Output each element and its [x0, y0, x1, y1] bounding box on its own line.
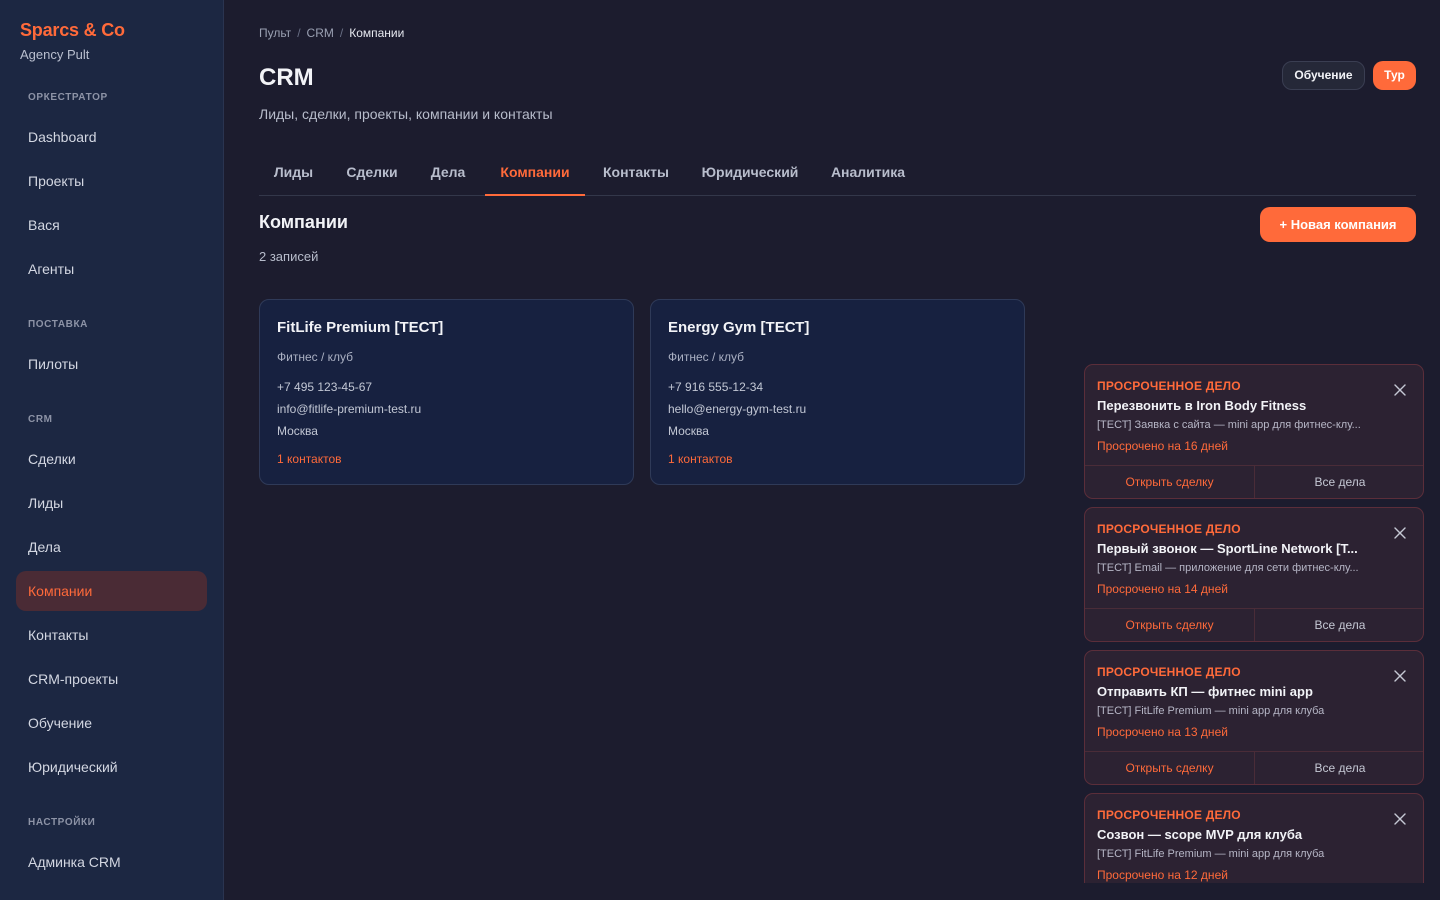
tab-legal[interactable]: Юридический	[687, 150, 813, 196]
breadcrumb-separator: /	[339, 26, 344, 40]
learn-button[interactable]: Обучение	[1282, 61, 1365, 90]
breadcrumb: Пульт / CRM / Компании	[259, 26, 404, 40]
overdue-task-notification: ПРОСРОЧЕННОЕ ДЕЛО Перезвонить в Iron Bod…	[1084, 364, 1424, 499]
sidebar: Sparcs & Co Agency Pult ОРКЕСТРАТОР Dash…	[0, 0, 224, 900]
company-contacts-link[interactable]: 1 контактов	[277, 452, 616, 466]
all-tasks-button[interactable]: Все дела	[1255, 466, 1423, 498]
breadcrumb-item-crm[interactable]: CRM	[307, 26, 334, 40]
company-type: Фитнес / клуб	[668, 350, 745, 364]
notification-overdue: Просрочено на 14 дней	[1097, 582, 1228, 596]
companies-count: 2 записей	[259, 249, 319, 264]
notification-overdue: Просрочено на 12 дней	[1097, 868, 1228, 882]
overdue-task-notification: ПРОСРОЧЕННОЕ ДЕЛО Отправить КП — фитнес …	[1084, 650, 1424, 785]
crm-tabs: Лиды Сделки Дела Компании Контакты Юриди…	[259, 150, 1416, 196]
company-phone: +7 916 555-12-34	[668, 380, 764, 394]
notification-label: ПРОСРОЧЕННОЕ ДЕЛО	[1097, 665, 1241, 679]
sidebar-item-deals[interactable]: Сделки	[16, 439, 207, 479]
company-email: hello@energy-gym-test.ru	[668, 402, 807, 416]
sidebar-item-vasya[interactable]: Вася	[16, 205, 207, 245]
notification-title: Перезвонить в Iron Body Fitness	[1097, 398, 1307, 413]
company-type: Фитнес / клуб	[277, 350, 354, 364]
notification-actions: Открыть сделку Все дела	[1085, 465, 1423, 498]
tab-deals[interactable]: Сделки	[336, 150, 408, 196]
close-icon[interactable]	[1393, 383, 1407, 397]
tab-analytics[interactable]: Аналитика	[821, 150, 915, 196]
brand-logo-text[interactable]: Sparcs & Co	[20, 20, 125, 41]
notification-actions: Открыть сделку Все дела	[1085, 608, 1423, 641]
close-icon[interactable]	[1393, 669, 1407, 683]
sidebar-item-tasks[interactable]: Дела	[16, 527, 207, 567]
breadcrumb-item-current: Компании	[349, 26, 405, 40]
all-tasks-button[interactable]: Все дела	[1255, 752, 1423, 784]
sidebar-section-settings: НАСТРОЙКИ	[28, 817, 96, 828]
sidebar-section-crm: CRM	[28, 414, 53, 425]
notification-title: Отправить КП — фитнес mini app	[1097, 684, 1313, 699]
overdue-task-notification: ПРОСРОЧЕННОЕ ДЕЛО Первый звонок — SportL…	[1084, 507, 1424, 642]
notification-description: [ТЕСТ] Заявка с сайта — mini app для фит…	[1097, 419, 1361, 431]
company-city: Москва	[668, 424, 709, 438]
sidebar-item-companies[interactable]: Компании	[16, 571, 207, 611]
breadcrumb-item-pult[interactable]: Пульт	[259, 26, 291, 40]
new-company-button[interactable]: + Новая компания	[1260, 207, 1416, 242]
company-card[interactable]: FitLife Premium [ТЕСТ] Фитнес / клуб +7 …	[259, 299, 634, 485]
notification-title: Первый звонок — SportLine Network [Т...	[1097, 541, 1358, 556]
brand-subtitle: Agency Pult	[20, 47, 90, 62]
overdue-task-notification: ПРОСРОЧЕННОЕ ДЕЛО Созвон — scope MVP для…	[1084, 793, 1424, 883]
company-city: Москва	[277, 424, 318, 438]
sidebar-item-crm-admin[interactable]: Админка CRM	[16, 842, 207, 882]
tab-companies[interactable]: Компании	[485, 150, 585, 196]
company-name: Energy Gym [ТЕСТ]	[668, 319, 810, 336]
open-deal-button[interactable]: Открыть сделку	[1085, 752, 1255, 784]
company-phone: +7 495 123-45-67	[277, 380, 373, 394]
tab-contacts[interactable]: Контакты	[593, 150, 679, 196]
notification-overdue: Просрочено на 16 дней	[1097, 439, 1228, 453]
notification-label: ПРОСРОЧЕННОЕ ДЕЛО	[1097, 522, 1241, 536]
companies-title: Компании	[259, 212, 348, 232]
notification-label: ПРОСРОЧЕННОЕ ДЕЛО	[1097, 808, 1241, 822]
sidebar-item-contacts[interactable]: Контакты	[16, 615, 207, 655]
sidebar-item-pilots[interactable]: Пилоты	[16, 344, 207, 384]
company-email: info@fitlife-premium-test.ru	[277, 402, 422, 416]
tour-button[interactable]: Тур	[1373, 61, 1416, 90]
tab-leads[interactable]: Лиды	[259, 150, 328, 196]
sidebar-item-leads[interactable]: Лиды	[16, 483, 207, 523]
sidebar-item-agents[interactable]: Агенты	[16, 249, 207, 289]
sidebar-section-orchestrator: ОРКЕСТРАТОР	[28, 92, 108, 103]
sidebar-item-training[interactable]: Обучение	[16, 703, 207, 743]
close-icon[interactable]	[1393, 812, 1407, 826]
company-contacts-link[interactable]: 1 контактов	[668, 452, 1007, 466]
notification-description: [ТЕСТ] FitLife Premium — mini app для кл…	[1097, 848, 1325, 860]
notification-actions: Открыть сделку Все дела	[1085, 751, 1423, 784]
notification-label: ПРОСРОЧЕННОЕ ДЕЛО	[1097, 379, 1241, 393]
brand: Sparcs & Co Agency Pult	[20, 20, 125, 62]
page-title: CRM	[259, 64, 314, 91]
company-name: FitLife Premium [ТЕСТ]	[277, 319, 444, 336]
notification-overdue: Просрочено на 13 дней	[1097, 725, 1228, 739]
all-tasks-button[interactable]: Все дела	[1255, 609, 1423, 641]
tab-tasks[interactable]: Дела	[416, 150, 480, 196]
open-deal-button[interactable]: Открыть сделку	[1085, 609, 1255, 641]
sidebar-item-crm-projects[interactable]: CRM-проекты	[16, 659, 207, 699]
breadcrumb-separator: /	[297, 26, 301, 40]
close-icon[interactable]	[1393, 526, 1407, 540]
sidebar-item-legal[interactable]: Юридический	[16, 747, 207, 787]
notification-title: Созвон — scope MVP для клуба	[1097, 827, 1303, 842]
notification-description: [ТЕСТ] Email — приложение для сети фитне…	[1097, 562, 1359, 574]
notification-description: [ТЕСТ] FitLife Premium — mini app для кл…	[1097, 705, 1325, 717]
sidebar-item-projects[interactable]: Проекты	[16, 161, 207, 201]
open-deal-button[interactable]: Открыть сделку	[1085, 466, 1255, 498]
page-subtitle: Лиды, сделки, проекты, компании и контак…	[259, 106, 553, 122]
company-card[interactable]: Energy Gym [ТЕСТ] Фитнес / клуб +7 916 5…	[650, 299, 1025, 485]
sidebar-item-dashboard[interactable]: Dashboard	[16, 117, 207, 157]
sidebar-section-delivery: ПОСТАВКА	[28, 319, 88, 330]
